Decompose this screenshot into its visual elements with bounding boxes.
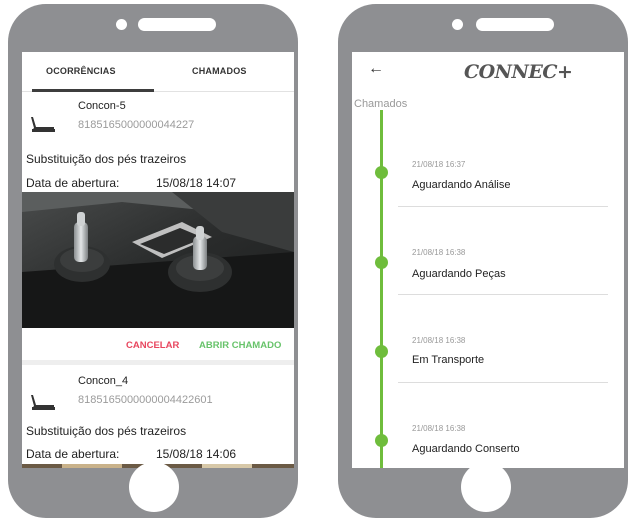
camera-dot bbox=[452, 19, 463, 30]
treadmill-icon bbox=[31, 395, 55, 410]
timeline-line bbox=[380, 110, 383, 468]
speaker-slot bbox=[138, 18, 216, 31]
arrow-left-icon[interactable]: ← bbox=[368, 60, 384, 78]
tab-bar: OCORRÊNCIAS CHAMADOS bbox=[22, 52, 294, 92]
calls-screen: ← CONNEC+ Chamados 21/08/18 16:37 Aguard… bbox=[352, 52, 624, 468]
timeline-status: Aguardando Peças bbox=[412, 268, 506, 280]
device-name: Concon-5 bbox=[78, 100, 126, 112]
phone-top-bar bbox=[8, 4, 298, 52]
timeline-divider bbox=[398, 206, 608, 207]
app-logo: CONNEC+ bbox=[464, 61, 573, 83]
device-serial: 8185165000000044227 bbox=[78, 119, 195, 131]
tab-ocorrencias[interactable]: OCORRÊNCIAS bbox=[46, 66, 116, 76]
timeline-date: 21/08/18 16:38 bbox=[412, 336, 466, 345]
open-date-value: 15/08/18 14:06 bbox=[156, 447, 237, 461]
occurrence-photo[interactable] bbox=[22, 192, 294, 328]
app-bar: ← CONNEC+ bbox=[352, 52, 624, 92]
timeline-divider bbox=[398, 382, 608, 383]
open-date-label: Data de abertura: bbox=[26, 176, 120, 190]
open-date-label: Data de abertura: bbox=[26, 447, 120, 461]
home-button[interactable] bbox=[129, 462, 179, 512]
timeline-divider bbox=[398, 294, 608, 295]
camera-dot bbox=[116, 19, 127, 30]
active-tab-indicator bbox=[32, 89, 154, 92]
timeline-status: Aguardando Conserto bbox=[412, 443, 520, 455]
timeline-dot bbox=[375, 345, 388, 358]
treadmill-icon bbox=[31, 117, 55, 132]
card-divider bbox=[22, 360, 294, 365]
timeline-dot bbox=[375, 434, 388, 447]
open-call-button[interactable]: ABRIR CHAMADO bbox=[199, 340, 281, 351]
home-button[interactable] bbox=[461, 462, 511, 512]
device-name: Concon_4 bbox=[78, 375, 129, 387]
phone-top-bar bbox=[338, 4, 628, 52]
timeline-dot bbox=[375, 166, 388, 179]
phone-right: ← CONNEC+ Chamados 21/08/18 16:37 Aguard… bbox=[338, 4, 628, 518]
cancel-button[interactable]: CANCELAR bbox=[126, 340, 179, 351]
occurrence-description: Substituição dos pés trazeiros bbox=[26, 424, 187, 438]
device-serial: 8185165000000004422601 bbox=[78, 394, 213, 406]
speaker-slot bbox=[476, 18, 554, 31]
tab-chamados[interactable]: CHAMADOS bbox=[192, 66, 247, 76]
occurrence-description: Substituição dos pés trazeiros bbox=[26, 152, 187, 166]
phone-left: OCORRÊNCIAS CHAMADOS Concon-5 8185165000… bbox=[8, 4, 298, 518]
open-date-value: 15/08/18 14:07 bbox=[156, 176, 237, 190]
timeline-status: Em Transporte bbox=[412, 354, 485, 366]
timeline-date: 21/08/18 16:38 bbox=[412, 248, 466, 257]
timeline-status: Aguardando Análise bbox=[412, 179, 511, 191]
timeline-dot bbox=[375, 256, 388, 269]
timeline-date: 21/08/18 16:37 bbox=[412, 160, 466, 169]
occurrences-screen: OCORRÊNCIAS CHAMADOS Concon-5 8185165000… bbox=[22, 52, 294, 468]
section-title: Chamados bbox=[354, 98, 408, 110]
timeline-date: 21/08/18 16:38 bbox=[412, 424, 466, 433]
